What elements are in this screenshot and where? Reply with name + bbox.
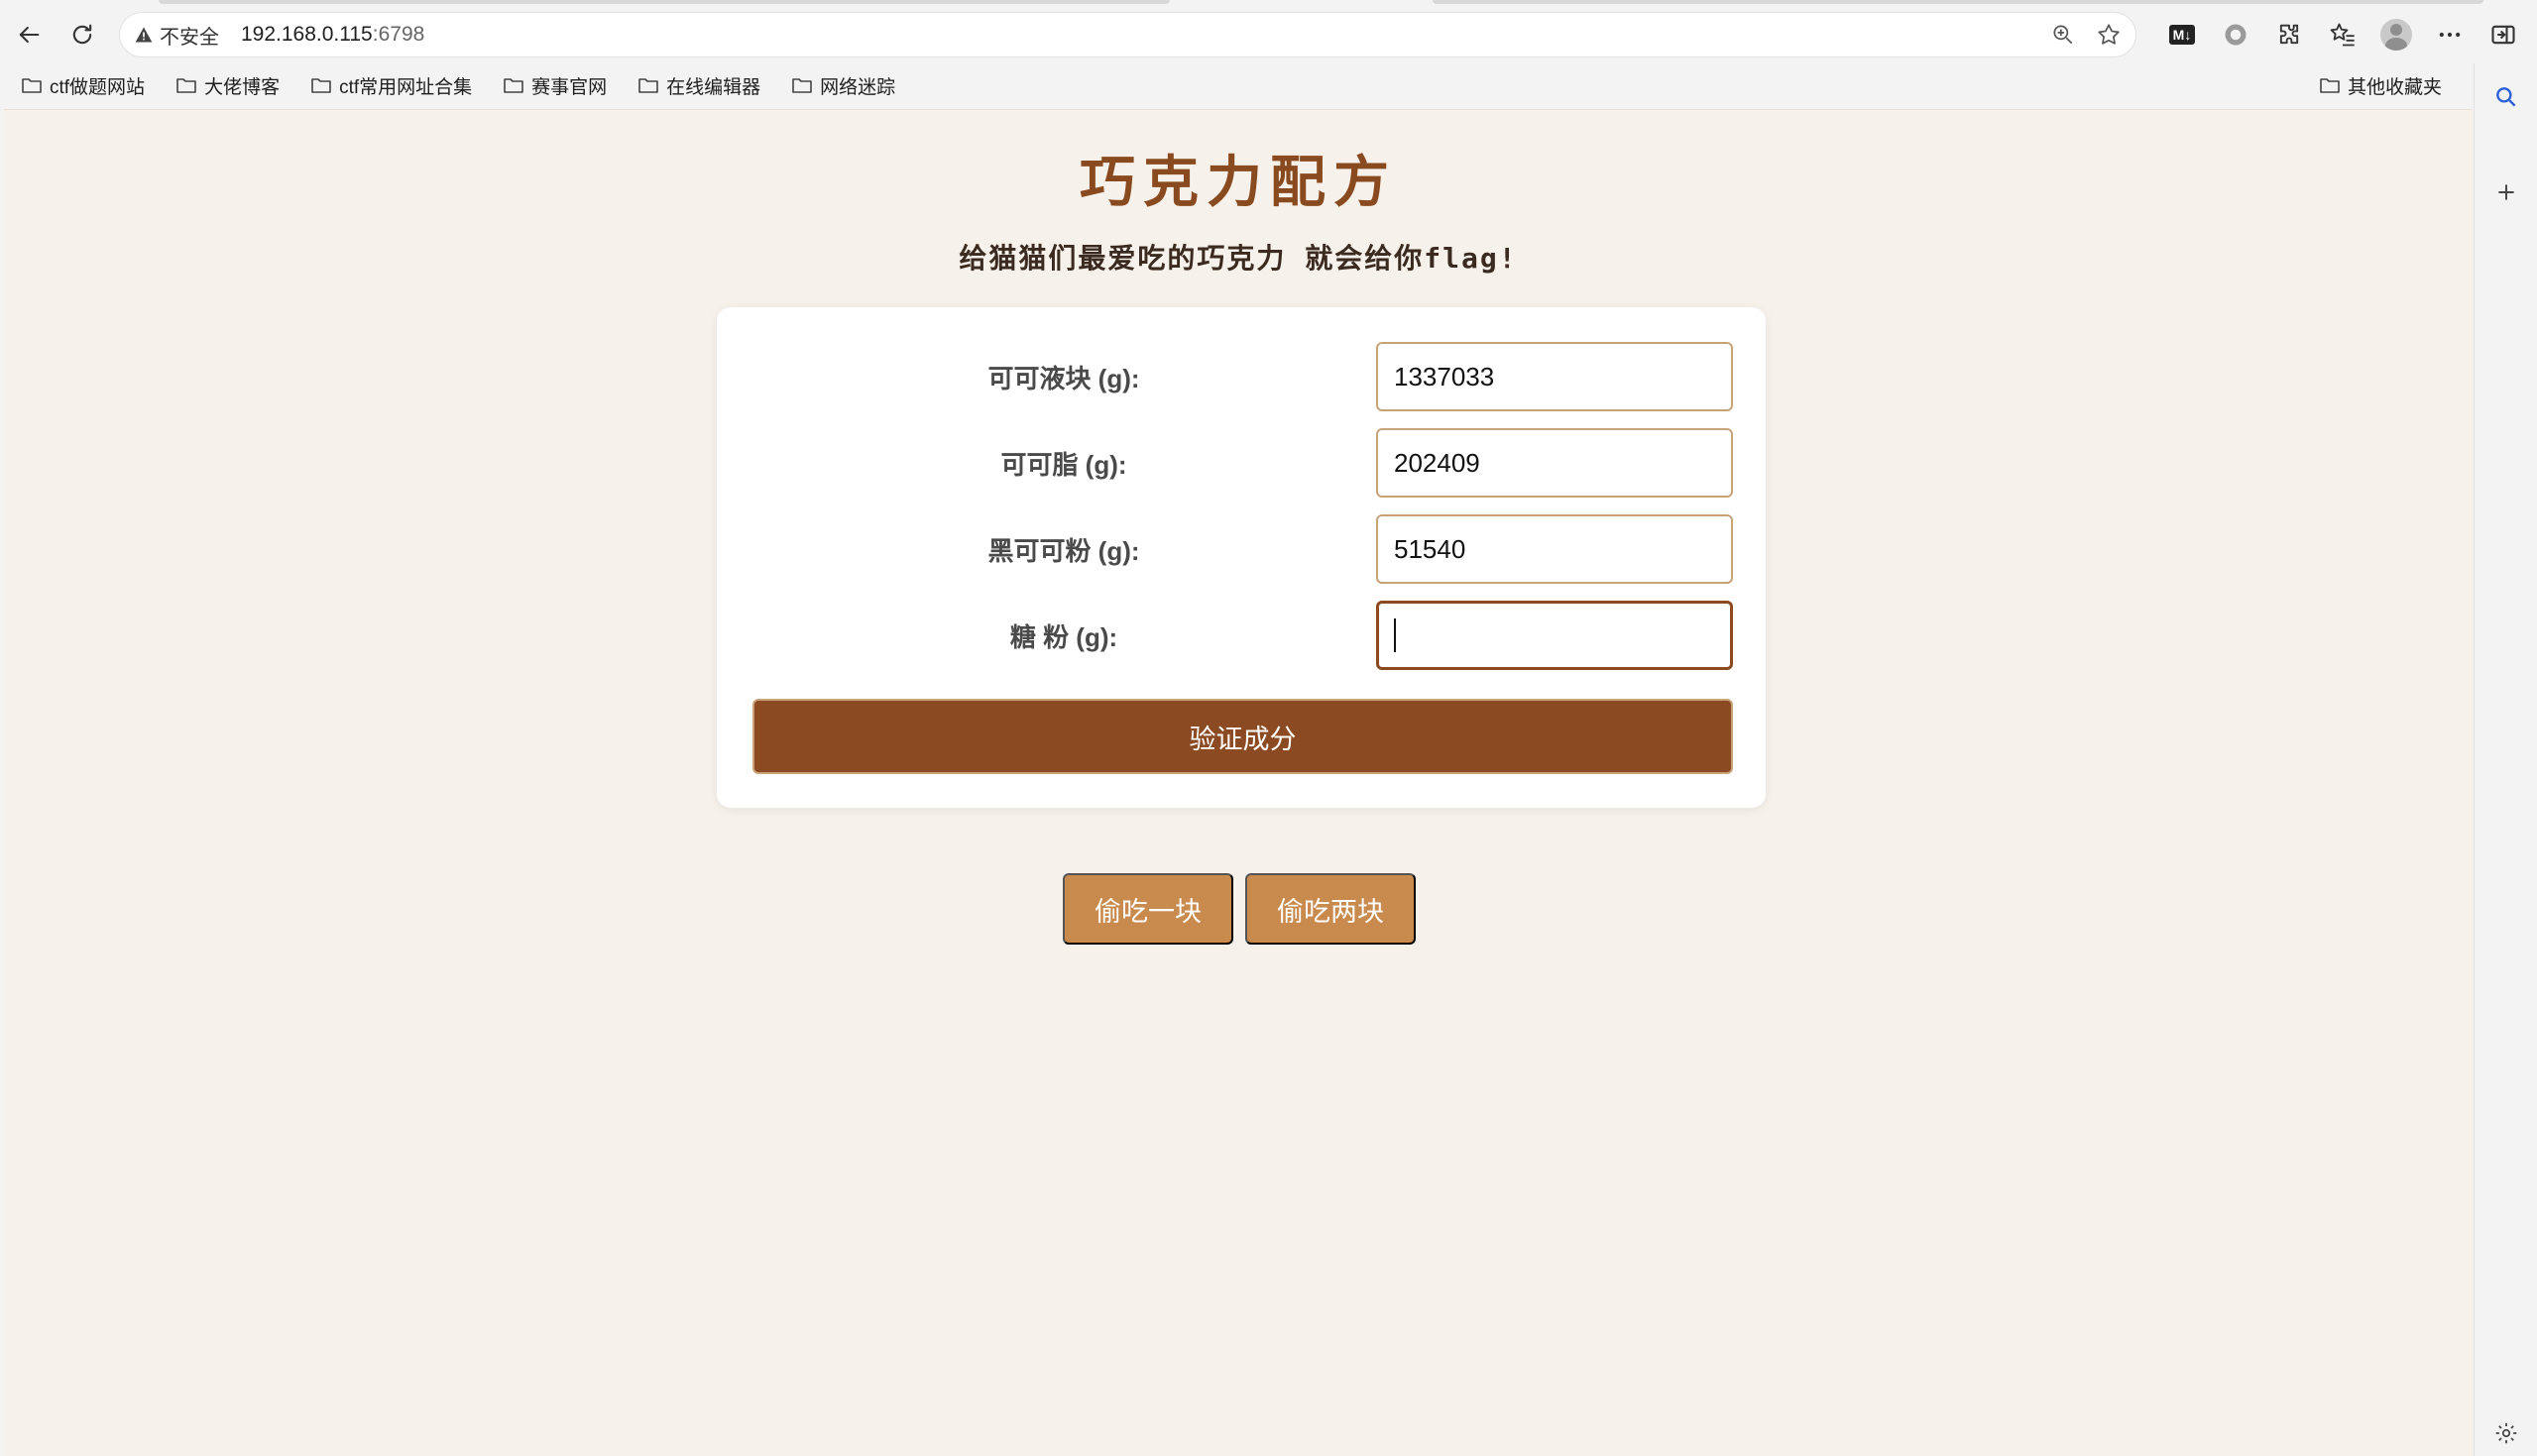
sugar-powder-input[interactable]	[1376, 601, 1733, 670]
folder-icon	[22, 78, 42, 93]
form-row-sugar-powder: 糖 粉 (g):	[717, 600, 1766, 671]
sidebar-add-button[interactable]	[2484, 170, 2528, 214]
page-subtitle: 给猫猫们最爱吃的巧克力 就会给你flag!	[959, 242, 1518, 275]
url-port: :6798	[372, 23, 425, 46]
reload-button[interactable]	[59, 12, 105, 57]
record-extension-button[interactable]	[2214, 13, 2257, 56]
star-icon[interactable]	[2096, 22, 2122, 48]
sugar-powder-label: 糖 粉 (g):	[1009, 621, 1118, 652]
page-content: 巧克力配方 给猫猫们最爱吃的巧克力 就会给你flag! 可可液块 (g): 可可…	[4, 109, 2473, 1456]
sidebar-toggle-button[interactable]	[2481, 13, 2525, 56]
cocoa-butter-input[interactable]	[1376, 428, 1733, 498]
more-menu-button[interactable]	[2428, 13, 2472, 56]
cocoa-mass-label: 可可液块 (g):	[987, 363, 1140, 393]
bookmark-folder[interactable]: ctf常用网址合集	[305, 67, 476, 103]
page-title: 巧克力配方	[1080, 150, 1397, 215]
folder-icon	[2320, 78, 2340, 93]
avatar	[2380, 19, 2412, 51]
bookmark-label: 在线编辑器	[666, 76, 761, 98]
form-row-cocoa-butter: 可可脂 (g):	[717, 427, 1766, 499]
bookmark-folder[interactable]: 赛事官网	[498, 67, 611, 103]
zoom-icon[interactable]	[2050, 22, 2076, 48]
cocoa-mass-input[interactable]	[1376, 342, 1733, 411]
more-icon	[2439, 32, 2461, 38]
folder-icon	[311, 78, 331, 93]
favorites-button[interactable]	[2321, 13, 2364, 56]
verify-ingredients-button[interactable]: 验证成分	[752, 699, 1733, 774]
folder-icon	[638, 78, 658, 93]
markdown-icon: M↓	[2168, 25, 2196, 45]
tab-edge[interactable]	[1433, 0, 2483, 4]
other-bookmarks-folder[interactable]: 其他收藏夹	[2314, 67, 2446, 103]
security-label: 不安全	[160, 26, 219, 49]
eat-two-button[interactable]: 偷吃两块	[1245, 873, 1416, 945]
tab-active-edge[interactable]	[159, 0, 1170, 4]
browser-toolbar: 不安全 192.168.0.115:6798 M↓	[0, 6, 2537, 63]
sidebar-settings-button[interactable]	[2484, 1411, 2528, 1455]
back-button[interactable]	[6, 12, 52, 57]
bookmark-label: 网络迷踪	[820, 76, 896, 98]
other-bookmarks-label: 其他收藏夹	[2347, 76, 2442, 98]
warning-icon	[135, 27, 153, 43]
folder-icon	[176, 78, 196, 93]
markdown-extension-button[interactable]: M↓	[2160, 13, 2204, 56]
bookmark-label: ctf常用网址合集	[339, 76, 473, 98]
bookmark-folder[interactable]: 大佬博客	[171, 67, 284, 103]
bookmark-folder[interactable]: 在线编辑器	[633, 67, 764, 103]
favorites-icon	[2330, 23, 2355, 47]
profile-button[interactable]	[2374, 13, 2418, 56]
gear-icon	[2495, 1422, 2517, 1444]
puzzle-icon	[2279, 24, 2299, 45]
folder-icon	[504, 78, 523, 93]
search-icon	[2496, 87, 2516, 107]
bookmark-label: ctf做题网站	[50, 76, 146, 98]
cocoa-butter-label: 可可脂 (g):	[1000, 449, 1127, 480]
extensions-button[interactable]	[2267, 13, 2311, 56]
edge-sidebar	[2474, 63, 2537, 1456]
reload-icon	[72, 24, 92, 45]
bookmark-label: 大佬博客	[204, 76, 281, 98]
security-indicator[interactable]: 不安全	[134, 21, 219, 50]
bookmark-folder[interactable]: 网络迷踪	[786, 67, 899, 103]
black-cocoa-powder-input[interactable]	[1376, 514, 1733, 584]
arrow-left-icon	[19, 26, 40, 44]
eat-one-button[interactable]: 偷吃一块	[1063, 873, 1233, 945]
black-cocoa-powder-label: 黑可可粉 (g):	[987, 535, 1140, 566]
record-icon	[2225, 24, 2247, 46]
sidebar-toggle-icon	[2491, 25, 2515, 45]
recipe-form-card: 可可液块 (g): 可可脂 (g): 黑可可粉 (g): 糖 粉 (g): 验证…	[717, 307, 1766, 808]
bookmark-folder[interactable]: ctf做题网站	[16, 67, 149, 103]
bookmark-label: 赛事官网	[531, 76, 608, 98]
sidebar-search-button[interactable]	[2484, 75, 2528, 119]
bookmarks-bar: ctf做题网站 大佬博客 ctf常用网址合集 赛事官网 在线编辑器 网络迷踪 其…	[0, 63, 2537, 107]
form-row-cocoa-mass: 可可液块 (g):	[717, 341, 1766, 412]
plus-icon	[2498, 184, 2514, 200]
address-bar[interactable]: 不安全 192.168.0.115:6798	[119, 12, 2136, 57]
form-row-black-cocoa-powder: 黑可可粉 (g):	[717, 513, 1766, 585]
folder-icon	[792, 78, 812, 93]
url-host: 192.168.0.115	[241, 23, 373, 46]
text-caret	[1394, 618, 1396, 652]
